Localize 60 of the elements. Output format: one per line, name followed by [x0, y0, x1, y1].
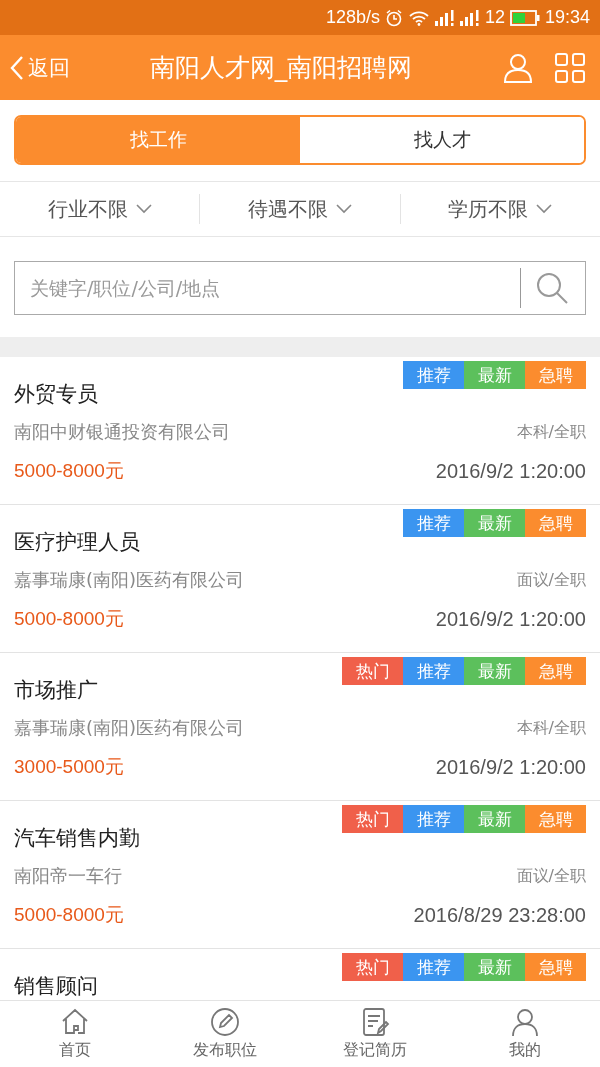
filter-dropdown[interactable]: 待遇不限: [200, 182, 400, 236]
tag-label: 热门: [342, 657, 403, 685]
post-date: 2016/9/2 1:20:00: [435, 755, 586, 780]
nav-tab[interactable]: 首页: [0, 1001, 150, 1067]
company-name: 嘉事瑞康(南阳)医药有限公司: [14, 568, 245, 592]
pencil-icon: [210, 1007, 240, 1037]
salary-range: 5000-8000元: [14, 903, 124, 927]
job-requirement: 面议/全职: [516, 865, 586, 887]
tag-label: 急聘: [525, 509, 586, 537]
signal-icon: [459, 9, 480, 26]
tag-label: 热门: [342, 953, 403, 981]
company-name: 南阳帝一车行: [14, 864, 122, 888]
tag-label: 推荐: [403, 953, 464, 981]
tag-label: 最新: [464, 657, 525, 685]
tag-label: 热门: [342, 805, 403, 833]
house-icon: [60, 1007, 90, 1037]
back-chevron-icon: [10, 54, 24, 81]
chevron-down-icon: [135, 204, 152, 214]
company-name: 嘉事瑞康(南阳)医药有限公司: [14, 716, 245, 740]
tag-label: 急聘: [525, 361, 586, 389]
post-date: 2016/9/2 1:20:00: [435, 459, 586, 484]
tag-label: 推荐: [403, 657, 464, 685]
tag-label: 推荐: [403, 509, 464, 537]
post-date: 2016/8/29 23:28:00: [413, 903, 586, 928]
tag-label: 推荐: [403, 361, 464, 389]
battery-percent: 12: [484, 7, 505, 28]
tag-label: 最新: [464, 509, 525, 537]
alarm-icon: [384, 8, 403, 27]
tag-label: 推荐: [403, 805, 464, 833]
post-date: 2016/9/2 1:20:00: [435, 607, 586, 632]
wifi-icon: [407, 9, 430, 26]
company-name: 南阳中财银通投资有限公司: [14, 420, 230, 444]
salary-range: 5000-8000元: [14, 607, 124, 631]
chevron-down-icon: [336, 204, 352, 214]
document-icon: [360, 1007, 390, 1037]
tag-label: 最新: [464, 361, 525, 389]
tag-label: 急聘: [525, 953, 586, 981]
page-title: 南阳人才网_南阳招聘网: [148, 52, 414, 84]
tag-label: 最新: [464, 953, 525, 981]
user-icon[interactable]: [502, 51, 534, 84]
filter-dropdown[interactable]: 行业不限: [0, 182, 200, 236]
nav-tab[interactable]: 我的: [450, 1001, 600, 1067]
nav-tab[interactable]: 登记简历: [300, 1001, 450, 1067]
salary-range: 5000-8000元: [14, 459, 124, 483]
tag-label: 急聘: [525, 805, 586, 833]
job-requirement: 面议/全职: [516, 569, 586, 591]
salary-range: 3000-5000元: [14, 755, 124, 779]
person-icon: [510, 1007, 540, 1037]
signal-icon: [434, 9, 455, 26]
job-requirement: 本科/全职: [516, 717, 586, 739]
clock-time: 19:34: [544, 7, 590, 28]
filter-dropdown[interactable]: 学历不限: [400, 182, 600, 236]
nav-tab[interactable]: 发布职位: [150, 1001, 300, 1067]
job-requirement: 本科/全职: [516, 421, 586, 443]
grid-menu-icon[interactable]: [554, 51, 586, 84]
network-speed: 128b/s: [325, 7, 380, 28]
tag-label: 急聘: [525, 657, 586, 685]
chevron-down-icon: [536, 204, 553, 214]
battery-icon: [509, 9, 540, 26]
tag-label: 最新: [464, 805, 525, 833]
